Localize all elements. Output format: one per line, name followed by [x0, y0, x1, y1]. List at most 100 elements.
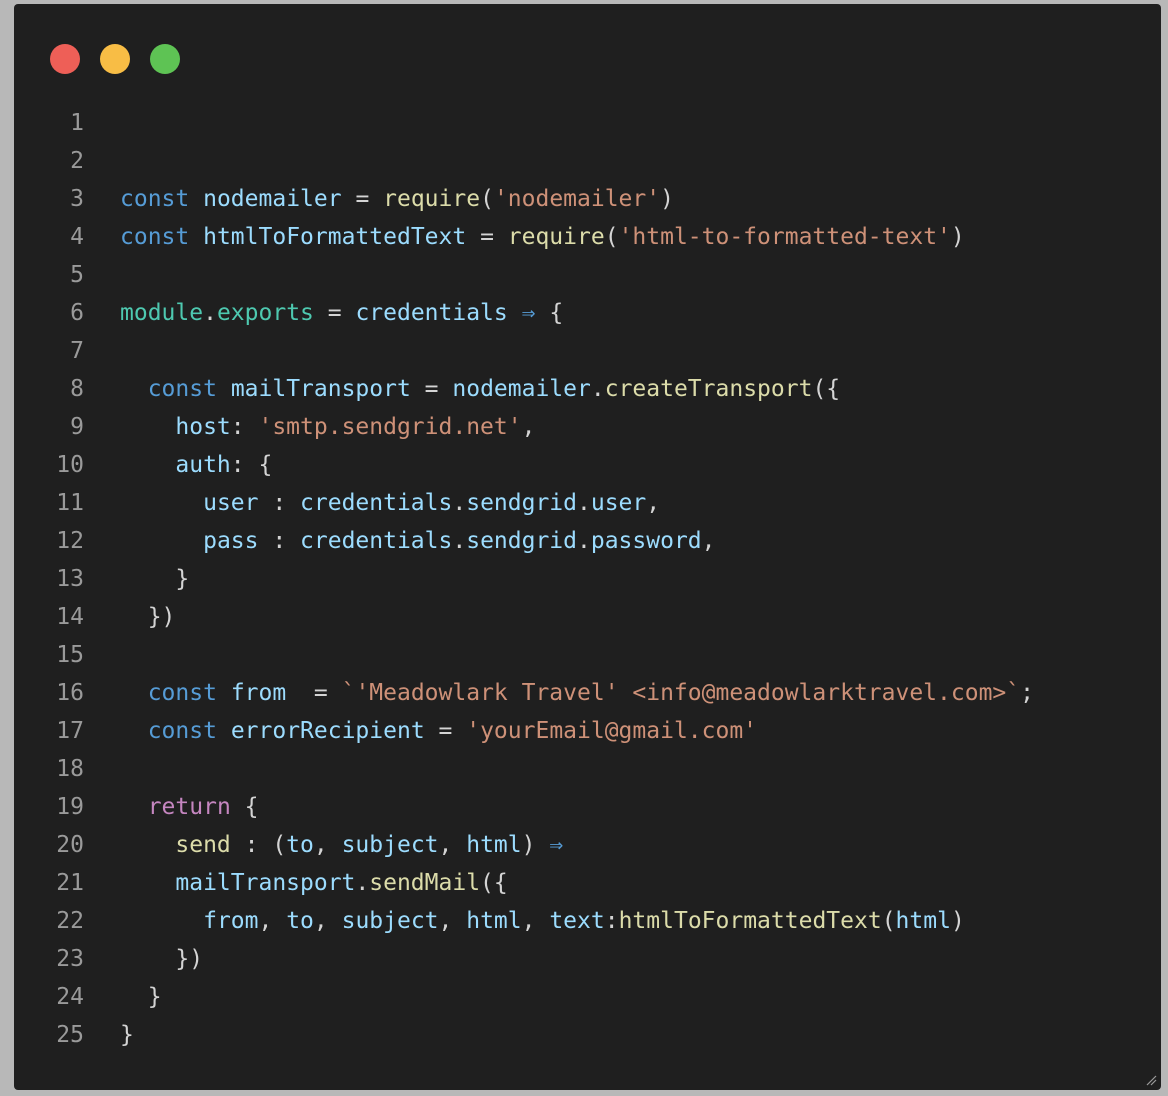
code-text: pass : credentials.sendgrid.password, [120, 522, 715, 560]
code-token: sendMail [369, 870, 481, 896]
code-token: } [120, 1022, 134, 1048]
line-number: 13 [56, 566, 84, 592]
code-token: , [521, 908, 550, 934]
code-token: , [438, 832, 467, 858]
code-token: htmlToFormattedText [203, 224, 467, 250]
code-token: { [535, 300, 564, 326]
code-token: htmlToFormattedText [618, 908, 882, 934]
code-line: 7 [14, 332, 1161, 370]
code-line: 13 } [14, 560, 1161, 598]
code-token: require [507, 224, 605, 250]
code-token: , [258, 908, 287, 934]
code-token: const [120, 224, 190, 250]
code-token: html [895, 908, 951, 934]
code-line: 22 from, to, subject, html, text:htmlToF… [14, 902, 1161, 940]
line-number: 1 [70, 110, 84, 136]
code-token: . [203, 300, 217, 326]
code-text: auth: { [120, 446, 272, 484]
line-number: 21 [56, 870, 84, 896]
code-text: const mailTransport = nodemailer.createT… [120, 370, 840, 408]
line-number: 12 [56, 528, 84, 554]
code-token: } [120, 984, 162, 1010]
code-token: = [313, 300, 356, 326]
line-number: 17 [56, 718, 84, 744]
code-token: ( [881, 908, 896, 934]
line-number: 5 [70, 262, 84, 288]
code-token: ( [480, 186, 494, 212]
code-token: const [147, 376, 217, 402]
code-token: pass [203, 528, 259, 554]
code-token: 'nodemailer' [493, 186, 661, 212]
code-line: 1 [14, 104, 1161, 142]
code-token: { [230, 794, 259, 820]
line-number: 11 [56, 490, 84, 516]
code-token: const [147, 680, 217, 706]
code-token: : [230, 414, 259, 440]
code-token: ⇒ [549, 832, 564, 858]
code-text: } [120, 560, 189, 598]
code-token: send [175, 832, 231, 858]
code-token: credentials [300, 528, 453, 554]
code-line: 15 [14, 636, 1161, 674]
code-token: } [120, 566, 190, 592]
code-token: : { [230, 452, 273, 478]
code-token: ) [950, 224, 965, 250]
code-text: return { [120, 788, 259, 826]
line-number: 19 [56, 794, 84, 820]
code-token: require [383, 186, 481, 212]
code-text: host: 'smtp.sendgrid.net', [120, 408, 535, 446]
line-number: 24 [56, 984, 84, 1010]
code-token: = [341, 186, 384, 212]
code-token: to [286, 908, 314, 934]
code-token: : [258, 528, 301, 554]
code-token: auth [175, 452, 231, 478]
code-token: subject [341, 832, 439, 858]
code-token: . [452, 528, 467, 554]
code-token: nodemailer [203, 186, 342, 212]
code-text: from, to, subject, html, text:htmlToForm… [120, 902, 965, 940]
line-number: 2 [70, 148, 84, 174]
code-line: 4 const htmlToFormattedText = require('ht… [14, 218, 1161, 256]
code-text: } [120, 1016, 134, 1054]
code-token: , [313, 832, 342, 858]
code-line: 5 [14, 256, 1161, 294]
code-text: user : credentials.sendgrid.user, [120, 484, 660, 522]
code-text: mailTransport.sendMail({ [120, 864, 507, 902]
code-token: to [286, 832, 314, 858]
code-token: 'smtp.sendgrid.net' [258, 414, 522, 440]
code-token: = [286, 680, 342, 706]
code-token: ⇒ [521, 300, 536, 326]
line-number: 23 [56, 946, 84, 972]
code-token: mailTransport [230, 376, 411, 402]
line-number: 14 [56, 604, 84, 630]
code-token: ) [521, 832, 550, 858]
code-editor[interactable]: 1 2 3 const nodemailer = require('nodemaile… [14, 104, 1161, 1054]
minimize-button[interactable] [100, 44, 130, 74]
close-button[interactable] [50, 44, 80, 74]
line-number: 18 [56, 756, 84, 782]
code-token: ({ [812, 376, 841, 402]
code-token: : ( [230, 832, 287, 858]
code-token: sendgrid [466, 528, 577, 554]
code-token: : [258, 490, 301, 516]
code-token: nodemailer [452, 376, 591, 402]
code-line: 9 host: 'smtp.sendgrid.net', [14, 408, 1161, 446]
maximize-button[interactable] [150, 44, 180, 74]
code-token: from [230, 680, 287, 706]
code-token: html [466, 832, 522, 858]
code-token: , [438, 908, 467, 934]
code-token: sendgrid [466, 490, 577, 516]
code-token: = [424, 718, 467, 744]
code-line: 12 pass : credentials.sendgrid.password, [14, 522, 1161, 560]
resize-handle-icon[interactable] [1145, 1074, 1157, 1086]
code-line: 10 auth: { [14, 446, 1161, 484]
code-token: credentials [300, 490, 453, 516]
code-token: errorRecipient [230, 718, 425, 744]
